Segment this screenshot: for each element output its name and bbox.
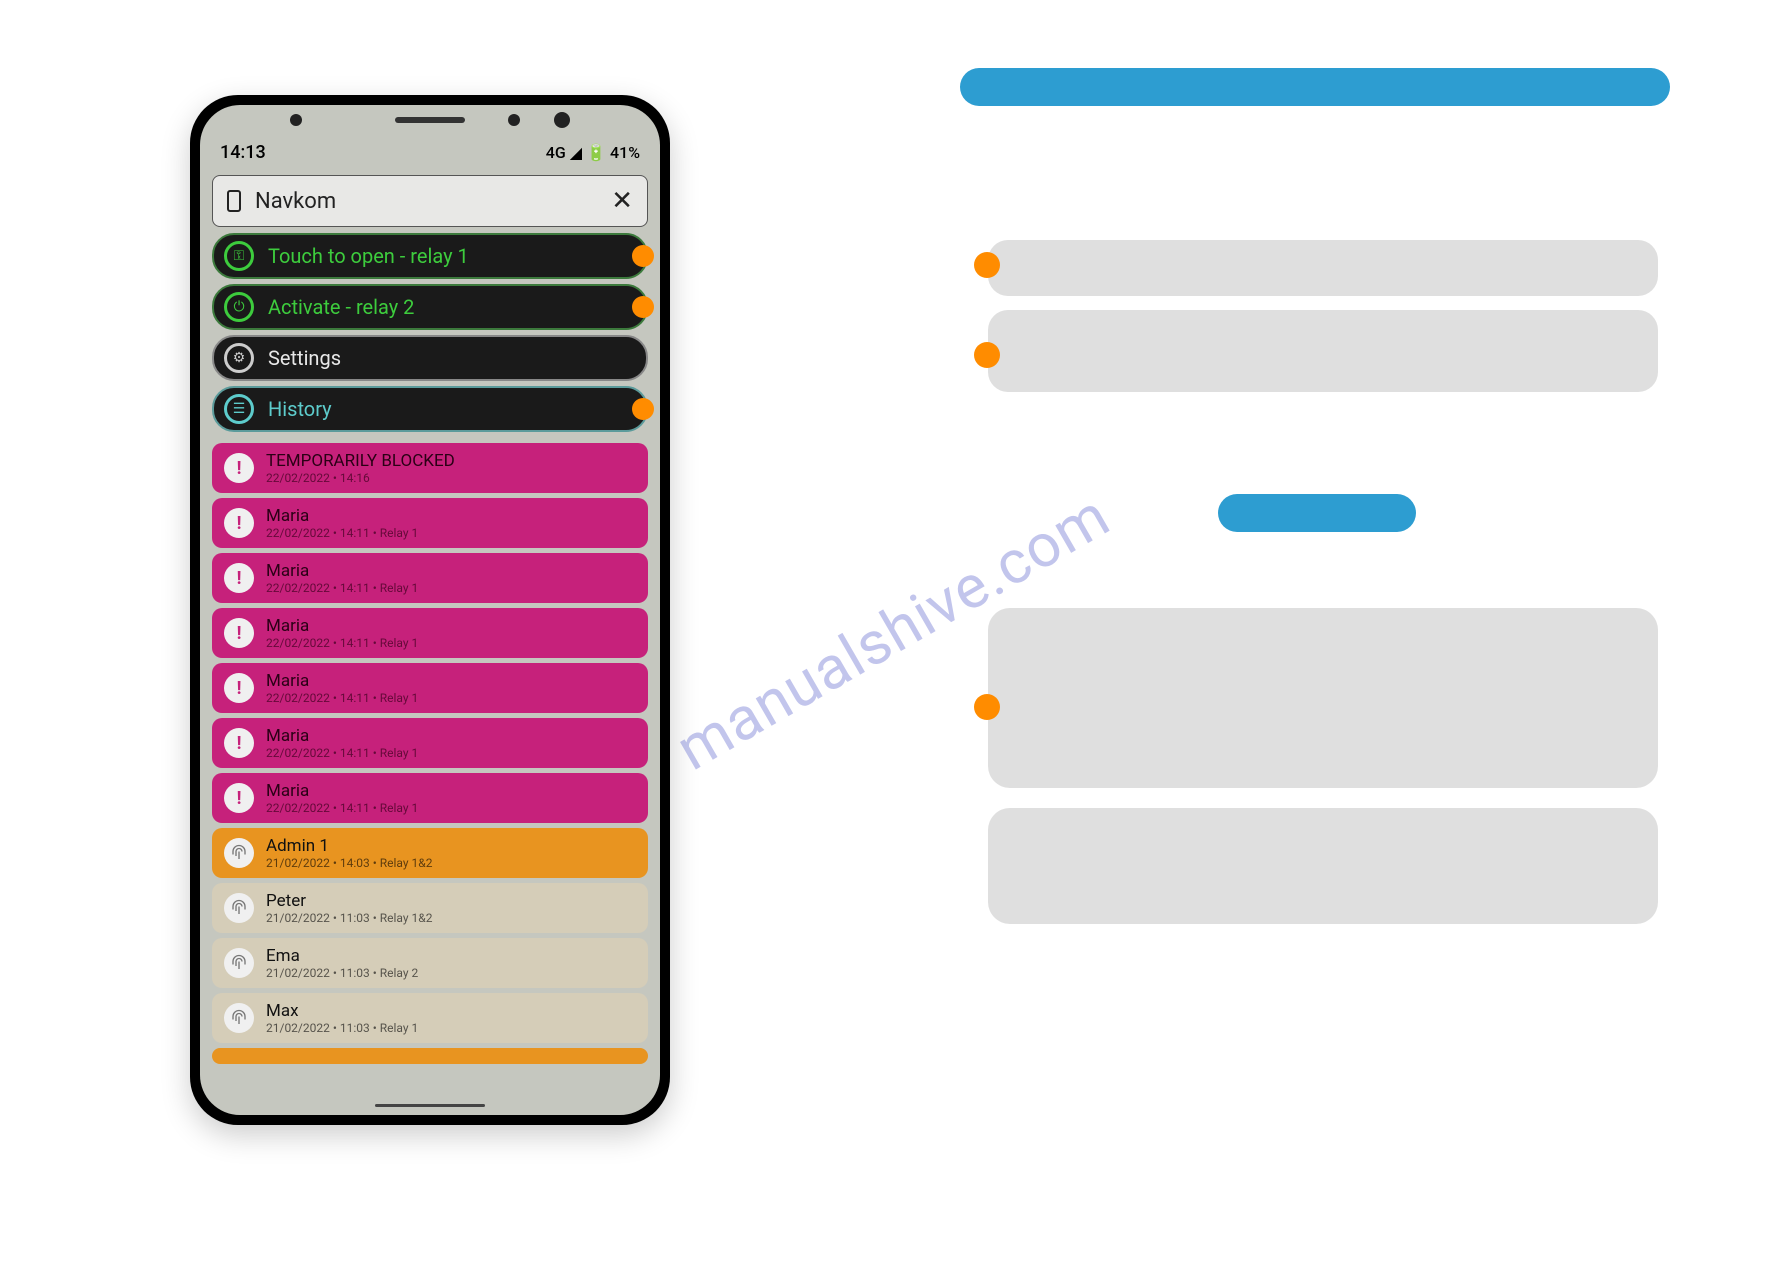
history-item[interactable]: ! Maria22/02/2022 • 14:11 • Relay 1 xyxy=(212,663,648,713)
history-item[interactable]: Peter21/02/2022 • 11:03 • Relay 1&2 xyxy=(212,883,648,933)
marker-dot xyxy=(632,245,654,267)
callout-dot-1 xyxy=(974,252,1000,278)
gear-icon: ⚙ xyxy=(224,343,254,373)
callout-bar-1 xyxy=(988,240,1658,296)
history-item-meta: 22/02/2022 • 14:11 • Relay 1 xyxy=(266,636,418,650)
status-bar: 14:13 4G ◢ 🔋 41% xyxy=(200,135,660,169)
device-header[interactable]: Navkom ✕ xyxy=(212,175,648,227)
history-item[interactable]: Admin 121/02/2022 • 14:03 • Relay 1&2 xyxy=(212,828,648,878)
history-item-name: Maria xyxy=(266,671,418,691)
signal-icon: ◢ xyxy=(570,143,582,162)
battery-icon: 🔋 xyxy=(586,143,606,162)
history-item[interactable]: ! TEMPORARILY BLOCKED22/02/2022 • 14:16 xyxy=(212,443,648,493)
menu-history[interactable]: ☰ History xyxy=(212,386,648,432)
fingerprint-icon xyxy=(224,948,254,978)
history-item-name: Maria xyxy=(266,561,418,581)
notch xyxy=(200,105,660,135)
alert-icon: ! xyxy=(224,563,254,593)
menu-relay2-label: Activate - relay 2 xyxy=(268,295,414,319)
menu-history-label: History xyxy=(268,397,332,421)
menu-relay1[interactable]: ⚿ Touch to open - relay 1 xyxy=(212,233,648,279)
history-item-meta: 21/02/2022 • 11:03 • Relay 1 xyxy=(266,1021,418,1035)
history-item-meta: 21/02/2022 • 11:03 • Relay 2 xyxy=(266,966,418,980)
menu-settings[interactable]: ⚙ Settings xyxy=(212,335,648,381)
fingerprint-icon xyxy=(224,1003,254,1033)
history-item-meta: 22/02/2022 • 14:11 • Relay 1 xyxy=(266,746,418,760)
callout-dot-3 xyxy=(974,694,1000,720)
callout-block-2 xyxy=(988,808,1658,924)
phone-screen: 14:13 4G ◢ 🔋 41% Navkom ✕ ⚿ Touch to ope… xyxy=(200,105,660,1115)
device-title: Navkom xyxy=(255,189,597,214)
alert-icon: ! xyxy=(224,508,254,538)
callout-bar-2 xyxy=(988,310,1658,392)
history-item[interactable]: ! Maria22/02/2022 • 14:11 • Relay 1 xyxy=(212,718,648,768)
history-item-name: Admin 1 xyxy=(266,836,432,856)
history-item-meta: 22/02/2022 • 14:11 • Relay 1 xyxy=(266,691,418,705)
history-item-meta: 21/02/2022 • 14:03 • Relay 1&2 xyxy=(266,856,432,870)
callout-block-1 xyxy=(988,608,1658,788)
history-item-meta: 21/02/2022 • 11:03 • Relay 1&2 xyxy=(266,911,432,925)
history-item-name: Maria xyxy=(266,616,418,636)
history-item[interactable]: ! Maria22/02/2022 • 14:11 • Relay 1 xyxy=(212,498,648,548)
callout-header-bar xyxy=(960,68,1670,106)
history-item[interactable]: ! Maria22/02/2022 • 14:11 • Relay 1 xyxy=(212,608,648,658)
history-item[interactable]: Ema21/02/2022 • 11:03 • Relay 2 xyxy=(212,938,648,988)
callout-mid-bar xyxy=(1218,494,1416,532)
callout-dot-2 xyxy=(974,342,1000,368)
alert-icon: ! xyxy=(224,728,254,758)
history-item-name: Maria xyxy=(266,506,418,526)
fingerprint-icon xyxy=(224,838,254,868)
menu-relay1-label: Touch to open - relay 1 xyxy=(268,244,469,268)
close-icon[interactable]: ✕ xyxy=(611,186,633,216)
alert-icon: ! xyxy=(224,673,254,703)
history-item-name: TEMPORARILY BLOCKED xyxy=(266,451,455,471)
alert-icon: ! xyxy=(224,783,254,813)
history-item-name: Max xyxy=(266,1001,418,1021)
history-item-partial xyxy=(212,1048,648,1064)
status-time: 14:13 xyxy=(220,142,266,163)
home-indicator[interactable] xyxy=(375,1104,485,1107)
alert-icon: ! xyxy=(224,453,254,483)
fingerprint-icon xyxy=(224,893,254,923)
marker-dot xyxy=(632,398,654,420)
marker-dot xyxy=(632,296,654,318)
power-icon: ⏻ xyxy=(224,292,254,322)
history-item-name: Maria xyxy=(266,781,418,801)
menu-relay2[interactable]: ⏻ Activate - relay 2 xyxy=(212,284,648,330)
battery-percent: 41% xyxy=(610,143,640,162)
history-item-name: Maria xyxy=(266,726,418,746)
network-label: 4G xyxy=(546,143,566,162)
menu-settings-label: Settings xyxy=(268,346,341,370)
history-item[interactable]: Max21/02/2022 • 11:03 • Relay 1 xyxy=(212,993,648,1043)
history-item[interactable]: ! Maria22/02/2022 • 14:11 • Relay 1 xyxy=(212,553,648,603)
alert-icon: ! xyxy=(224,618,254,648)
list-icon: ☰ xyxy=(224,394,254,424)
device-icon xyxy=(227,190,241,212)
history-item-meta: 22/02/2022 • 14:11 • Relay 1 xyxy=(266,526,418,540)
history-item-meta: 22/02/2022 • 14:11 • Relay 1 xyxy=(266,801,418,815)
key-icon: ⚿ xyxy=(224,241,254,271)
history-item-name: Peter xyxy=(266,891,432,911)
history-list[interactable]: ! TEMPORARILY BLOCKED22/02/2022 • 14:16! M… xyxy=(200,437,660,1064)
history-item-meta: 22/02/2022 • 14:16 xyxy=(266,471,455,485)
history-item-meta: 22/02/2022 • 14:11 • Relay 1 xyxy=(266,581,418,595)
history-item-name: Ema xyxy=(266,946,418,966)
phone-frame: 14:13 4G ◢ 🔋 41% Navkom ✕ ⚿ Touch to ope… xyxy=(190,95,670,1125)
history-item[interactable]: ! Maria22/02/2022 • 14:11 • Relay 1 xyxy=(212,773,648,823)
